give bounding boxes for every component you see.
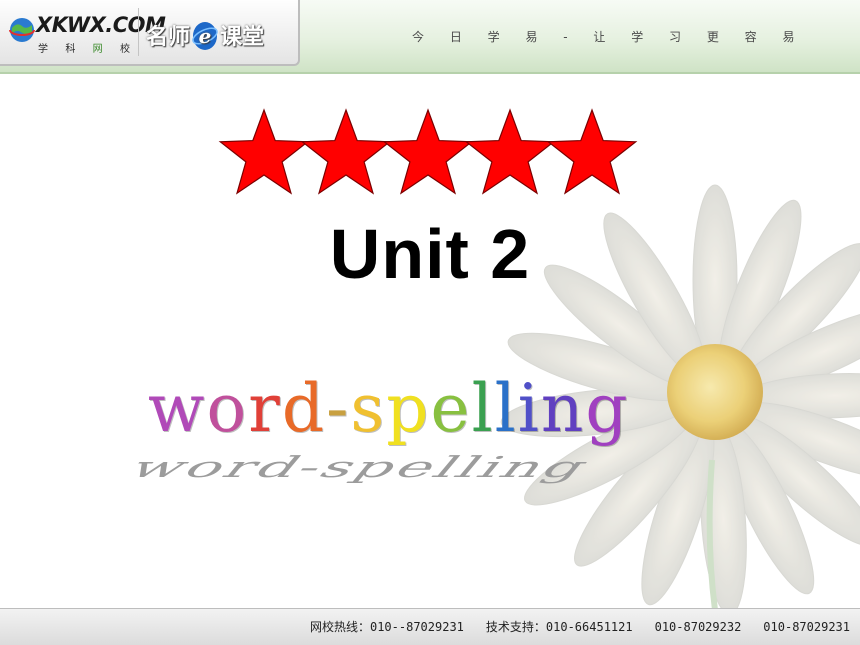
wordart-letter: o xyxy=(206,370,249,447)
logo-subtitle: 学 科 网 校 xyxy=(38,40,130,55)
stars-group xyxy=(218,108,638,195)
wordart-letter: n xyxy=(540,370,586,447)
logo-sub-char: 科 xyxy=(65,44,76,55)
wordart-shadow: word-spelling xyxy=(120,450,602,484)
star-icon xyxy=(218,108,310,195)
header-bar: XKWX.COM 学 科 网 校 名师 e 课堂 今 日 学 易 - 让 学 习… xyxy=(0,0,860,74)
star-icon xyxy=(300,108,392,195)
logo-divider xyxy=(138,8,139,56)
wordart-letter: r xyxy=(248,370,282,447)
wordart-letter: s xyxy=(350,370,387,447)
wordart-letter: g xyxy=(585,370,630,447)
wordart-letter: l xyxy=(494,370,518,447)
footer-hotline: 网校热线：010--87029231 xyxy=(309,620,464,634)
slogan: 今 日 学 易 - 让 学 习 更 容 易 xyxy=(412,30,806,44)
footer-bar: 网校热线：010--87029231 技术支持：010-66451121 010-8… xyxy=(0,608,860,645)
globe-icon xyxy=(9,18,35,42)
logo-panel[interactable]: XKWX.COM 学 科 网 校 名师 e 课堂 xyxy=(0,0,300,66)
star-icon xyxy=(464,108,556,195)
wordart-block: word-spelling word-spelling xyxy=(100,370,740,484)
footer-phone-2: 010-87029232 xyxy=(654,620,742,634)
wordart-letter: d xyxy=(281,370,327,447)
footer-contacts: 网校热线：010--87029231 技术支持：010-66451121 010-8… xyxy=(288,618,850,635)
wordart-letter: l xyxy=(471,370,495,447)
brand-right: 课堂 xyxy=(220,24,265,50)
wordart-letter: e xyxy=(430,370,472,447)
brand-left: 名师 xyxy=(146,24,191,50)
wordart-letter: p xyxy=(386,370,431,447)
star-rating xyxy=(218,108,638,195)
wordart-letter: i xyxy=(517,370,541,447)
star-icon xyxy=(546,108,638,195)
star-icon xyxy=(382,108,474,195)
slide-title: Unit 2 xyxy=(329,215,531,293)
brand-logo: 名师 e 课堂 xyxy=(146,18,264,52)
wordart-letter: w xyxy=(148,370,207,447)
e-badge-icon: e xyxy=(192,22,218,50)
logo-sub-char: 校 xyxy=(119,44,130,55)
wordart-text: word-spelling xyxy=(148,370,630,447)
brand-badge: e xyxy=(199,24,212,48)
footer-support: 技术支持：010-66451121 xyxy=(485,620,633,634)
logo-sub-char: 网 xyxy=(92,44,103,55)
wordart-letter: - xyxy=(326,370,351,447)
footer-phone-3: 010-87029231 xyxy=(763,620,850,634)
logo-sub-char: 学 xyxy=(38,44,48,55)
